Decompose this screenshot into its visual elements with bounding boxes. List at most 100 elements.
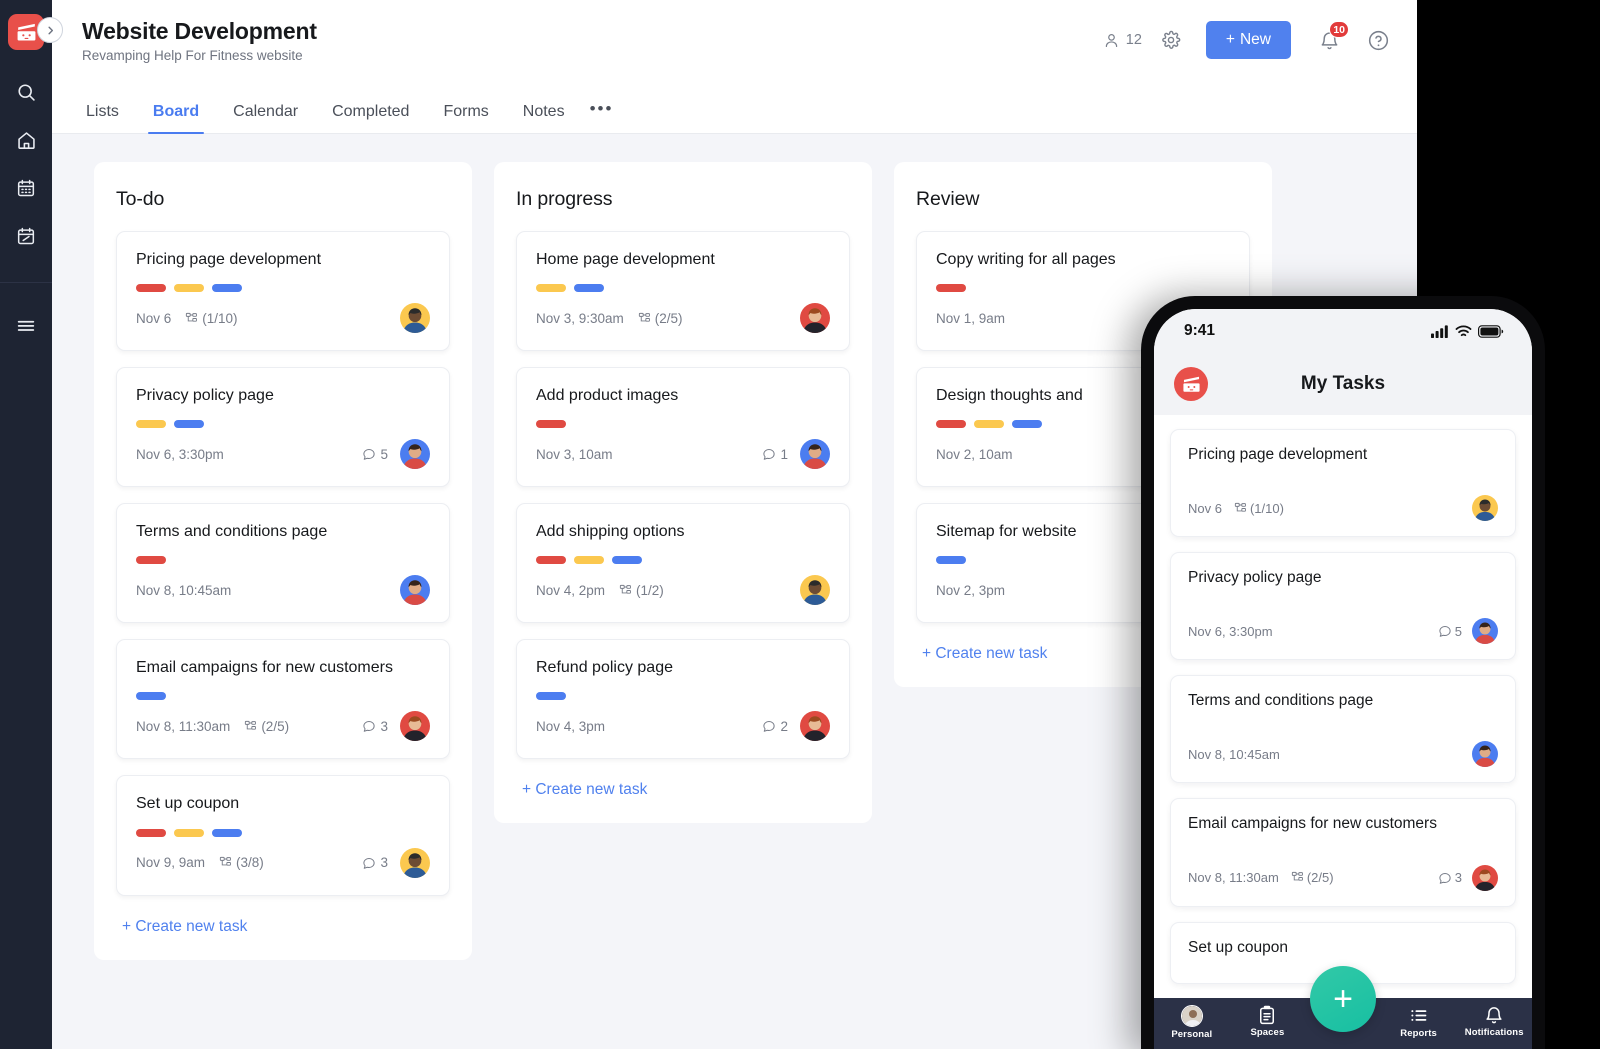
avatar[interactable] [400,303,430,333]
task-title: Email campaigns for new customers [136,657,430,678]
avatar[interactable] [1472,618,1498,644]
task-card[interactable]: Add product imagesNov 3, 10am1 [516,367,850,487]
avatar[interactable] [1472,741,1498,767]
task-card[interactable]: Terms and conditions pageNov 8, 10:45am [116,503,450,623]
tabbar-item-personal[interactable]: Personal [1154,1005,1230,1040]
task-card[interactable]: Set up couponNov 9, 9am(3/8)3 [116,775,450,895]
phone-task-meta: Nov 8, 11:30am(2/5)3 [1188,863,1498,893]
tag-blue [536,692,566,700]
project-header: Website Development Revamping Help For F… [52,0,1417,80]
hamburger-menu-icon[interactable] [6,305,46,345]
task-comments[interactable]: 5 [362,447,388,462]
tag-red [536,556,566,564]
phone-header: My Tasks [1154,353,1532,415]
subtask-count: (1/2) [636,583,664,598]
tab-notes[interactable]: Notes [506,103,582,133]
subtask-count: (2/5) [655,311,683,326]
task-comments[interactable]: 3 [362,855,388,870]
calendar-icon[interactable] [6,168,46,208]
home-icon[interactable] [6,120,46,160]
phone-task-card[interactable]: Pricing page developmentNov 6(1/10) [1170,429,1516,537]
gear-icon[interactable] [1158,27,1184,53]
task-card[interactable]: Add shipping optionsNov 4, 2pm(1/2) [516,503,850,623]
header-actions: 12 + New [1103,21,1391,59]
task-card[interactable]: Refund policy pageNov 4, 3pm2 [516,639,850,759]
phone-task-subtasks: (1/10) [1234,501,1284,516]
tabs-more-icon[interactable]: ••• [582,99,626,133]
phone-task-comments[interactable]: 5 [1438,624,1462,639]
phone-task-comments[interactable]: 3 [1438,870,1462,885]
tab-calendar[interactable]: Calendar [216,103,315,133]
task-card[interactable]: Email campaigns for new customersNov 8, … [116,639,450,759]
tag-yellow [136,420,166,428]
tabbar-item-notifications[interactable]: Notifications [1456,1005,1532,1038]
comment-count: 2 [780,719,788,734]
calendar-edit-icon[interactable] [6,216,46,256]
chevron-right-icon[interactable] [37,17,63,43]
phone-task-card[interactable]: Privacy policy pageNov 6, 3:30pm5 [1170,552,1516,660]
task-comments[interactable]: 2 [762,719,788,734]
tabbar-item-spaces[interactable]: Spaces [1230,1005,1306,1038]
task-comments[interactable]: 3 [362,719,388,734]
create-new-task-link[interactable]: + Create new task [116,912,450,940]
phone-task-meta: Nov 6, 3:30pm5 [1188,616,1498,646]
phone-task-due-date: Nov 6 [1188,501,1222,516]
task-meta: Nov 9, 9am(3/8)3 [136,846,430,880]
avatar[interactable] [400,575,430,605]
tab-forms[interactable]: Forms [426,103,505,133]
tabbar-item-reports[interactable]: Reports [1381,1005,1457,1039]
tab-completed[interactable]: Completed [315,103,426,133]
phone-task-meta-right [1472,741,1498,767]
members-count[interactable]: 12 [1103,32,1142,49]
clipboard-icon [1257,1005,1277,1025]
add-task-fab[interactable]: + [1310,966,1376,1032]
task-subtasks: (1/2) [619,583,664,598]
question-circle-icon[interactable] [1365,27,1391,53]
avatar[interactable] [400,439,430,469]
task-due-date: Nov 6 [136,311,171,326]
search-icon[interactable] [6,72,46,112]
task-card[interactable]: Pricing page developmentNov 6(1/10) [116,231,450,351]
avatar[interactable] [1472,495,1498,521]
app-logo-icon[interactable] [1174,367,1208,401]
tag-red [136,829,166,837]
notifications-button[interactable]: 10 [1315,26,1343,54]
comment-icon [1438,871,1452,885]
avatar[interactable] [800,303,830,333]
phone-task-meta: Nov 8, 10:45am [1188,739,1498,769]
task-comments[interactable]: 1 [762,447,788,462]
avatar[interactable] [800,439,830,469]
comment-icon [362,447,376,461]
task-tags [936,284,1230,292]
rail-divider [0,282,52,283]
tab-board[interactable]: Board [136,103,216,133]
task-title: Terms and conditions page [136,521,430,542]
avatar[interactable] [400,848,430,878]
task-meta-right: 2 [762,711,830,741]
comment-count: 3 [380,855,388,870]
create-new-task-link[interactable]: + Create new task [516,775,850,803]
page-subtitle: Revamping Help For Fitness website [82,48,317,63]
task-subtasks: (3/8) [219,855,264,870]
phone-task-card[interactable]: Email campaigns for new customersNov 8, … [1170,798,1516,906]
avatar[interactable] [1472,865,1498,891]
avatar[interactable] [800,711,830,741]
subtask-icon [1291,871,1304,884]
tab-lists[interactable]: Lists [82,103,136,133]
phone-task-due-date: Nov 8, 11:30am [1188,870,1279,885]
phone-task-meta-right: 3 [1438,865,1498,891]
phone-task-card[interactable]: Terms and conditions pageNov 8, 10:45am [1170,675,1516,783]
phone-task-meta-right: 5 [1438,618,1498,644]
tag-red [536,420,566,428]
task-tags [136,692,430,700]
tag-yellow [574,556,604,564]
task-card[interactable]: Privacy policy pageNov 6, 3:30pm5 [116,367,450,487]
new-button[interactable]: + New [1206,21,1291,59]
task-subtasks: (2/5) [244,719,289,734]
phone-task-list: Pricing page developmentNov 6(1/10)Priva… [1154,415,1532,1049]
avatar[interactable] [400,711,430,741]
tabbar-label-personal: Personal [1171,1029,1212,1040]
avatar[interactable] [800,575,830,605]
task-card[interactable]: Home page developmentNov 3, 9:30am(2/5) [516,231,850,351]
tag-blue [174,420,204,428]
